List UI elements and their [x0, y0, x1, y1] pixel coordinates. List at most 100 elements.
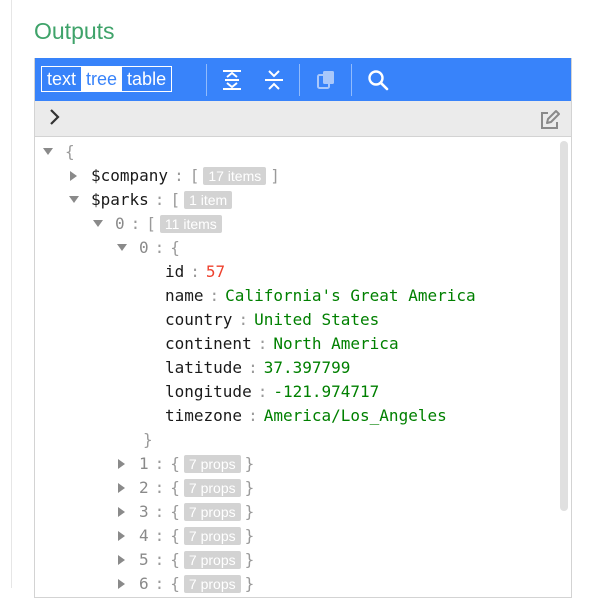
tree-index: 2 [139, 478, 149, 497]
mode-tree-tab[interactable]: tree [81, 67, 123, 91]
count-badge: 7 props [183, 575, 241, 593]
count-badge: 7 props [183, 503, 241, 521]
key-separator: : [190, 262, 200, 281]
panel-title: Outputs [34, 18, 115, 44]
caret-right-icon[interactable] [115, 524, 129, 548]
tree-row-field[interactable]: country : United States [165, 308, 379, 332]
json-editor: text tree table {$company: [17 items … [34, 58, 572, 598]
tree-key: longitude [165, 382, 252, 401]
mode-table-tab[interactable]: table [122, 67, 171, 91]
close-brace: } [244, 502, 255, 521]
tree-index: 3 [139, 502, 149, 521]
tree-row-collapsed[interactable]: 3 : { 7 props } [115, 500, 254, 524]
key-separator: : [130, 214, 141, 233]
key-separator: : [154, 526, 165, 545]
key-separator: : [154, 574, 165, 593]
tree-key: timezone [165, 406, 243, 425]
chevron-right-icon[interactable] [47, 108, 63, 131]
close-brace: } [244, 454, 255, 473]
collapse-all-icon[interactable] [261, 67, 287, 93]
tree-value: United States [254, 310, 380, 329]
tree-row-field[interactable]: timezone : America/Los_Angeles [165, 404, 447, 428]
tree-row-root: { [41, 140, 75, 164]
open-brace: { [170, 478, 180, 497]
caret-right-icon[interactable] [115, 452, 129, 476]
count-badge: 17 items [203, 167, 267, 185]
tree-index: 0 [115, 214, 125, 233]
open-brace: { [170, 502, 180, 521]
editor-toolbar: text tree table [35, 58, 571, 101]
open-bracket: [ [170, 190, 181, 209]
close-brace: } [244, 526, 255, 545]
tree-row-field[interactable]: continent : North America [165, 332, 399, 356]
navigation-bar [35, 101, 571, 137]
toolbar-divider [351, 64, 352, 96]
open-bracket: [ [189, 166, 200, 185]
root-open-brace: { [65, 142, 75, 161]
open-brace: { [170, 574, 180, 593]
key-separator: : [154, 454, 165, 473]
tree-row-company[interactable]: $company : [ 17 items ] [67, 164, 280, 188]
search-icon[interactable] [365, 67, 391, 93]
open-brace: { [170, 550, 180, 569]
key-separator: : [154, 238, 165, 257]
caret-right-icon[interactable] [115, 476, 129, 500]
mode-text-tab[interactable]: text [42, 67, 81, 91]
key-separator: : [154, 190, 165, 209]
tree-key: latitude [165, 358, 243, 377]
tree-row-field[interactable]: latitude : 37.397799 [165, 356, 350, 380]
expand-all-icon[interactable] [219, 67, 245, 93]
panel-left-border [11, 0, 12, 588]
tree-row-collapsed[interactable]: 2 : { 7 props } [115, 476, 254, 500]
key-separator: : [154, 550, 165, 569]
tree-row-park-0[interactable]: 0 : { [115, 236, 180, 260]
tree-row-collapsed[interactable]: 1 : { 7 props } [115, 452, 254, 476]
key-separator: : [209, 286, 220, 305]
tree-row-field[interactable]: name : California's Great America [165, 284, 476, 308]
count-badge: 7 props [183, 527, 241, 545]
key-separator: : [174, 166, 184, 185]
key-separator: : [257, 382, 268, 401]
tree-row-collapsed[interactable]: 4 : { 7 props } [115, 524, 254, 548]
tree-value: North America [273, 334, 399, 353]
toolbar-divider [206, 64, 207, 96]
tree-key: country [165, 310, 233, 329]
tree-row-parks[interactable]: $parks : [ 1 item [67, 188, 236, 212]
json-tree: { $company : [ 17 items ] $parks : [ 1 i… [35, 138, 571, 597]
count-badge: 1 item [184, 191, 233, 209]
vertical-scrollbar[interactable] [560, 141, 568, 511]
key-separator: : [154, 478, 165, 497]
tree-key: continent [165, 334, 252, 353]
tree-key: $company [91, 166, 169, 185]
caret-right-icon[interactable] [67, 164, 81, 188]
copy-icon[interactable] [313, 67, 339, 93]
caret-down-icon[interactable] [91, 212, 105, 236]
caret-right-icon[interactable] [115, 572, 129, 596]
open-brace: { [170, 454, 180, 473]
mode-switcher: text tree table [41, 66, 173, 92]
close-bracket: ] [270, 166, 280, 185]
key-separator: : [248, 406, 258, 425]
tree-row-field[interactable]: id : 57 [165, 260, 225, 284]
tree-value: 37.397799 [263, 358, 351, 377]
tree-key: name [165, 286, 204, 305]
key-separator: : [257, 334, 268, 353]
tree-value: -121.974717 [273, 382, 380, 401]
key-separator: : [238, 310, 249, 329]
tree-key: id [165, 262, 185, 281]
tree-value: America/Los_Angeles [263, 406, 447, 425]
tree-key: $parks [91, 190, 149, 209]
tree-row-collapsed[interactable]: 6 : { 7 props } [115, 572, 254, 596]
tree-value: California's Great America [225, 286, 476, 305]
caret-down-icon[interactable] [41, 140, 55, 164]
tree-row-group-0[interactable]: 0 : [ 11 items [91, 212, 226, 236]
open-brace: { [170, 238, 180, 257]
caret-right-icon[interactable] [115, 548, 129, 572]
caret-down-icon[interactable] [115, 236, 129, 260]
tree-row-field[interactable]: longitude : -121.974717 [165, 380, 379, 404]
caret-down-icon[interactable] [67, 188, 81, 212]
key-separator: : [154, 502, 165, 521]
edit-icon[interactable] [539, 109, 561, 136]
tree-row-collapsed[interactable]: 5 : { 7 props } [115, 548, 254, 572]
caret-right-icon[interactable] [115, 500, 129, 524]
